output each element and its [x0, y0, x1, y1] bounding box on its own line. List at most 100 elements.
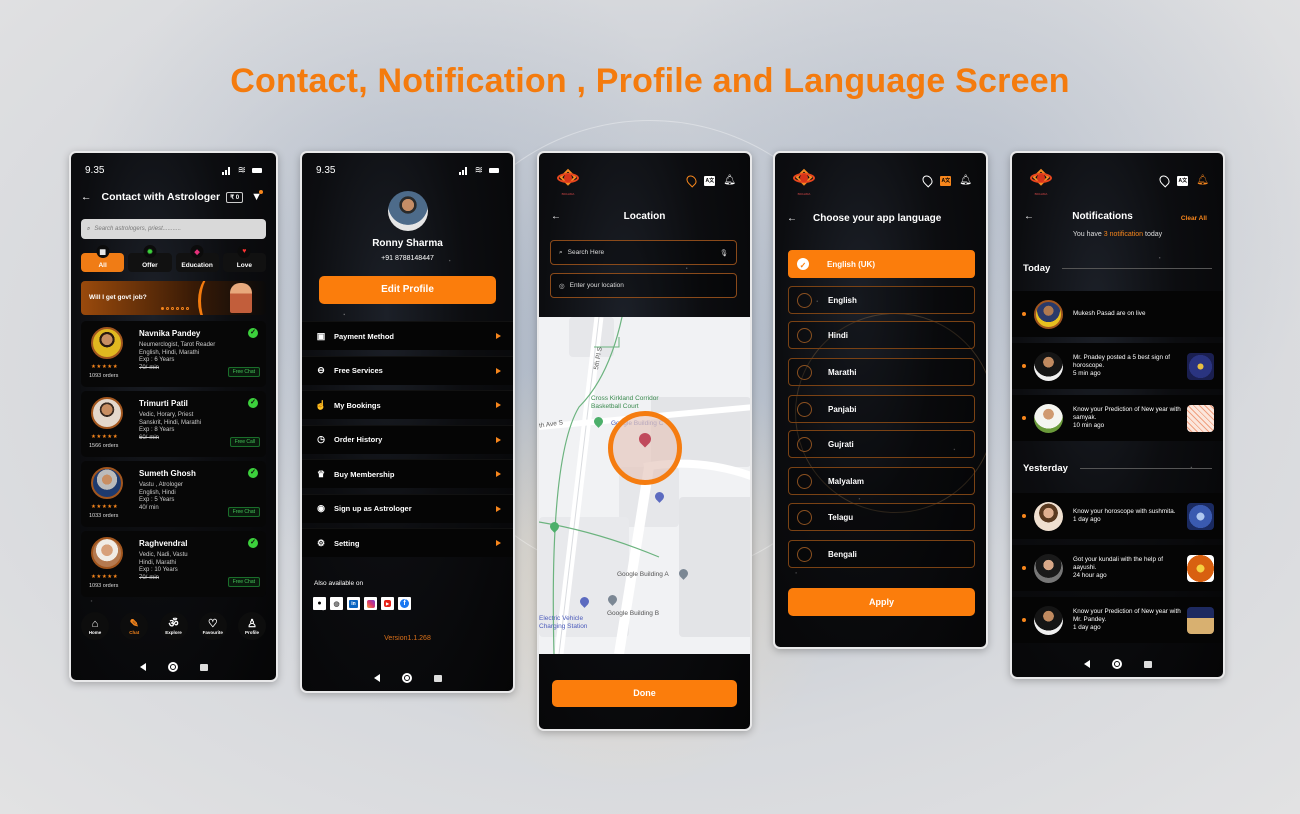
nav-back-icon[interactable]: [373, 674, 380, 682]
youtube-icon[interactable]: ▶: [381, 597, 394, 610]
menu-item-setting[interactable]: ⚙ Setting: [302, 528, 513, 557]
promo-banner[interactable]: Will I get govt job?: [81, 281, 266, 315]
menu-item-my-bookings[interactable]: ☝ My Bookings: [302, 390, 513, 419]
language-option[interactable]: Malyalam: [788, 467, 975, 495]
nav-home-icon[interactable]: [167, 662, 178, 672]
orders-count: 1033 orders: [89, 513, 119, 519]
notification-item[interactable]: Mr. Pnadey posted a 5 best sign of horos…: [1012, 343, 1223, 389]
zodiac-thumbnail: [1187, 352, 1214, 380]
unread-dot: [1022, 618, 1026, 622]
notification-item[interactable]: Got your kundali with the help of aayush…: [1012, 545, 1223, 591]
profile-avatar[interactable]: [388, 191, 428, 231]
nav-back-icon[interactable]: [139, 663, 146, 671]
apply-button[interactable]: Apply: [788, 588, 975, 616]
languages: Hindi, Marathi: [139, 559, 177, 566]
nav-home-icon[interactable]: [401, 673, 412, 683]
back-arrow-icon[interactable]: ←: [551, 211, 561, 222]
nav-recents-icon[interactable]: [433, 674, 442, 682]
instagram-icon[interactable]: [364, 597, 377, 610]
language-option[interactable]: Panjabi: [788, 395, 975, 423]
location-pin-icon[interactable]: [684, 173, 699, 188]
menu-item-order-history[interactable]: ◷ Order History: [302, 424, 513, 454]
notification-item[interactable]: Know your Prediction of New year with Mr…: [1012, 597, 1223, 643]
bell-icon[interactable]: 🔔︎: [723, 175, 736, 186]
back-arrow-icon[interactable]: ←: [1024, 211, 1034, 222]
notification-time: 10 min ago: [1073, 422, 1105, 429]
back-arrow-icon[interactable]: ←: [787, 213, 797, 224]
screen-title: Location: [623, 211, 666, 222]
nav-back-icon[interactable]: [1083, 660, 1090, 668]
location-pin-icon[interactable]: [1157, 173, 1172, 188]
tab-offer[interactable]: ✹ Offer: [128, 245, 172, 272]
done-button[interactable]: Done: [552, 680, 737, 707]
translate-icon[interactable]: A文: [704, 175, 716, 186]
back-arrow-icon[interactable]: ←: [81, 191, 92, 203]
header: ← Contact with Astrologer ₹ 0 ▼: [81, 190, 266, 203]
language-option[interactable]: Hindi: [788, 321, 975, 349]
verified-icon: ✓: [248, 468, 258, 478]
language-option[interactable]: Bengali: [788, 540, 975, 568]
menu-item-payment-method[interactable]: ▣ Payment Method: [302, 321, 513, 350]
nav-favourite[interactable]: ♡ Favourite: [198, 612, 227, 640]
nav-home-icon[interactable]: [1111, 659, 1122, 669]
facebook-icon[interactable]: f: [398, 597, 411, 610]
current-location-marker[interactable]: [608, 411, 682, 485]
language-option[interactable]: Marathi: [788, 358, 975, 386]
menu-item-sign-up-astrologer[interactable]: ◉ Sign up as Astrologer: [302, 493, 513, 523]
tab-education[interactable]: ◆ Education: [175, 245, 219, 272]
search-placeholder: Search Here: [567, 249, 605, 256]
nav-profile[interactable]: ♙ Profile: [238, 612, 266, 640]
linkedin-icon[interactable]: in: [347, 597, 360, 610]
translate-icon[interactable]: A文: [1177, 175, 1189, 186]
language-option[interactable]: ✓ English (UK): [788, 250, 975, 278]
tab-all[interactable]: ▦ All: [81, 245, 125, 272]
language-option[interactable]: English: [788, 286, 975, 314]
free-call-button[interactable]: Free Call: [229, 437, 260, 447]
notification-item[interactable]: Know your horoscope with sushmita. 1 day …: [1012, 493, 1223, 539]
bell-icon[interactable]: 🔔︎: [1196, 175, 1209, 186]
search-input[interactable]: ⌕ Search astrologers, priest...........: [81, 219, 266, 239]
divider: [1062, 268, 1212, 269]
carousel-dots[interactable]: [161, 307, 189, 310]
astrologer-card[interactable]: ★★★★★ 1566 orders Trimurti Patil Vedic, …: [81, 391, 266, 457]
menu-label: Setting: [334, 538, 360, 548]
filter-icon[interactable]: ▼: [251, 190, 266, 203]
translate-icon[interactable]: A文: [940, 175, 952, 186]
languages: English, Hindi: [139, 489, 176, 496]
notification-item[interactable]: Know your Prediction of New year with sa…: [1012, 395, 1223, 441]
astrologer-card[interactable]: ★★★★★ 1093 orders Navnika Pandey Neumerc…: [81, 321, 266, 387]
menu-item-buy-membership[interactable]: ♛ Buy Membership: [302, 459, 513, 488]
astrologer-card[interactable]: ★★★★★ 1093 orders Raghvendral Vedic, Nad…: [81, 531, 266, 597]
nav-recents-icon[interactable]: [199, 663, 208, 671]
system-navbar: [1012, 659, 1223, 669]
microphone-icon[interactable]: 🎙︎: [720, 249, 728, 257]
nav-home[interactable]: ⌂ Home: [81, 612, 109, 640]
signal-icon: [221, 166, 232, 175]
language-option[interactable]: Telagu: [788, 503, 975, 531]
notification-item[interactable]: Mukesh Pasad are on live: [1012, 291, 1223, 337]
price: 70/-min: [139, 364, 160, 371]
location-pin-icon[interactable]: [920, 173, 935, 188]
search-input[interactable]: ⌕ Search Here 🎙︎: [550, 240, 737, 265]
edit-profile-button[interactable]: Edit Profile: [319, 276, 496, 304]
map-view[interactable]: 5th Pl S th Ave S Cross Kirkland Corrido…: [539, 317, 750, 654]
apple-icon[interactable]: ●: [313, 597, 326, 610]
web-icon[interactable]: ◍: [330, 597, 343, 610]
nav-chat[interactable]: ✎ Chat: [120, 612, 149, 640]
nav-explore[interactable]: ॐ Explore: [159, 612, 188, 640]
bell-icon[interactable]: 🔔︎: [959, 175, 972, 186]
free-chat-button[interactable]: Free Chat: [227, 367, 260, 377]
nav-recents-icon[interactable]: [1143, 660, 1152, 668]
language-option[interactable]: Gujrati: [788, 430, 975, 458]
brand-logo: BRAHMA: [1030, 167, 1052, 196]
notifications-screen: BRAHMA A文 🔔︎ ← Notifications Clear All Y…: [1010, 151, 1225, 679]
free-chat-button[interactable]: Free Chat: [227, 507, 260, 517]
menu-item-free-services[interactable]: ⊖ Free Services: [302, 355, 513, 385]
location-input[interactable]: ◎ Enter your location: [550, 273, 737, 298]
free-chat-button[interactable]: Free Chat: [227, 577, 260, 587]
tab-love[interactable]: ♥ Love: [222, 245, 266, 272]
astrologer-card[interactable]: ★★★★★ 1033 orders Sumeth Ghosh Vastu , A…: [81, 461, 266, 527]
target-icon: ◎: [559, 282, 565, 290]
wallet-balance[interactable]: ₹ 0: [226, 191, 244, 203]
clear-all-button[interactable]: Clear All: [1181, 215, 1207, 222]
